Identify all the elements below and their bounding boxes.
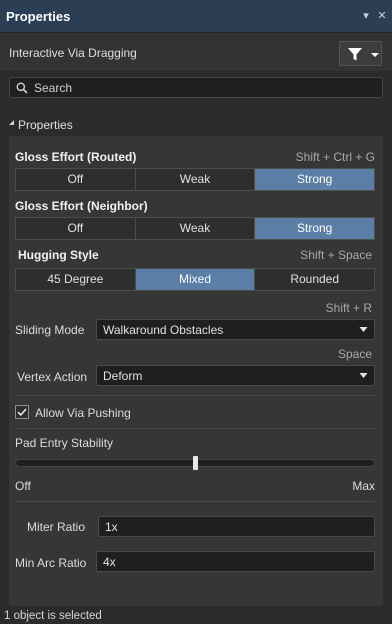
dropdown-arrow-icon[interactable]: ▾ [360,10,372,22]
sliding-mode-label: Sliding Mode [15,323,85,337]
hugging-style-label: Hugging Style [18,248,99,262]
slider-min-label: Off [15,479,31,493]
hugging-style-selector: 45 Degree Mixed Rounded [15,268,375,291]
min-arc-ratio-field[interactable] [96,551,375,572]
allow-via-pushing-label: Allow Via Pushing [35,406,131,420]
search-box[interactable] [9,77,383,98]
chevron-down-icon [371,53,379,57]
status-bar: 1 object is selected [0,606,392,624]
gloss-routed-option-strong[interactable]: Strong [255,169,375,190]
gloss-neighbor-label: Gloss Effort (Neighbor) [15,199,148,213]
miter-ratio-label: Miter Ratio [27,520,86,534]
vertex-action-dropdown[interactable]: Deform [96,365,375,386]
search-input[interactable] [34,80,364,96]
miter-ratio-input[interactable] [105,519,365,535]
gloss-routed-option-off[interactable]: Off [16,169,136,190]
hugging-option-mixed[interactable]: Mixed [135,269,256,290]
vertex-action-value: Deform [103,369,143,383]
pad-entry-stability-label: Pad Entry Stability [15,436,114,450]
chevron-down-icon [359,373,368,378]
divider [15,395,375,396]
properties-section-header[interactable]: Properties [0,112,392,136]
panel-header: Interactive Via Dragging [0,33,392,71]
gloss-routed-option-weak[interactable]: Weak [136,169,256,190]
gloss-routed-shortcut: Shift + Ctrl + G [295,150,375,164]
gloss-neighbor-option-off[interactable]: Off [16,218,136,239]
section-label: Properties [18,118,73,132]
allow-via-pushing-checkbox[interactable] [15,405,29,419]
miter-ratio-field[interactable] [98,516,375,537]
filter-button[interactable] [339,41,369,66]
pad-entry-stability-slider[interactable] [15,456,375,470]
status-text: 1 object is selected [4,610,102,622]
triangle-down-icon [9,120,14,125]
sliding-mode-shortcut: Shift + R [325,301,372,315]
object-type-label: Interactive Via Dragging [9,46,137,60]
hugging-option-45-degree[interactable]: 45 Degree [16,269,136,290]
gloss-routed-selector: Off Weak Strong [15,168,375,191]
panel-title: Properties [6,9,71,24]
gloss-neighbor-option-weak[interactable]: Weak [136,218,256,239]
gloss-neighbor-option-strong[interactable]: Strong [255,218,375,239]
sliding-mode-dropdown[interactable]: Walkaround Obstacles [96,319,375,340]
panel-title-bar: Properties ▾ ✕ [0,0,392,33]
filter-dropdown-button[interactable] [368,41,382,66]
min-arc-ratio-input[interactable] [103,554,363,570]
divider [15,428,375,429]
min-arc-ratio-label: Min Arc Ratio [15,556,87,570]
sliding-mode-value: Walkaround Obstacles [103,323,224,337]
search-icon [16,82,28,94]
checkmark-icon [17,408,27,417]
gloss-routed-label: Gloss Effort (Routed) [15,150,137,164]
slider-max-label: Max [352,479,375,493]
filter-icon [348,48,362,61]
vertex-action-label: Vertex Action [17,370,88,384]
close-icon[interactable]: ✕ [376,10,388,22]
chevron-down-icon [359,327,368,332]
gloss-neighbor-selector: Off Weak Strong [15,217,375,240]
slider-thumb[interactable] [192,456,198,470]
hugging-option-rounded[interactable]: Rounded [255,269,374,290]
hugging-style-shortcut: Shift + Space [300,248,372,262]
divider [15,501,375,502]
vertex-action-shortcut: Space [337,347,372,361]
